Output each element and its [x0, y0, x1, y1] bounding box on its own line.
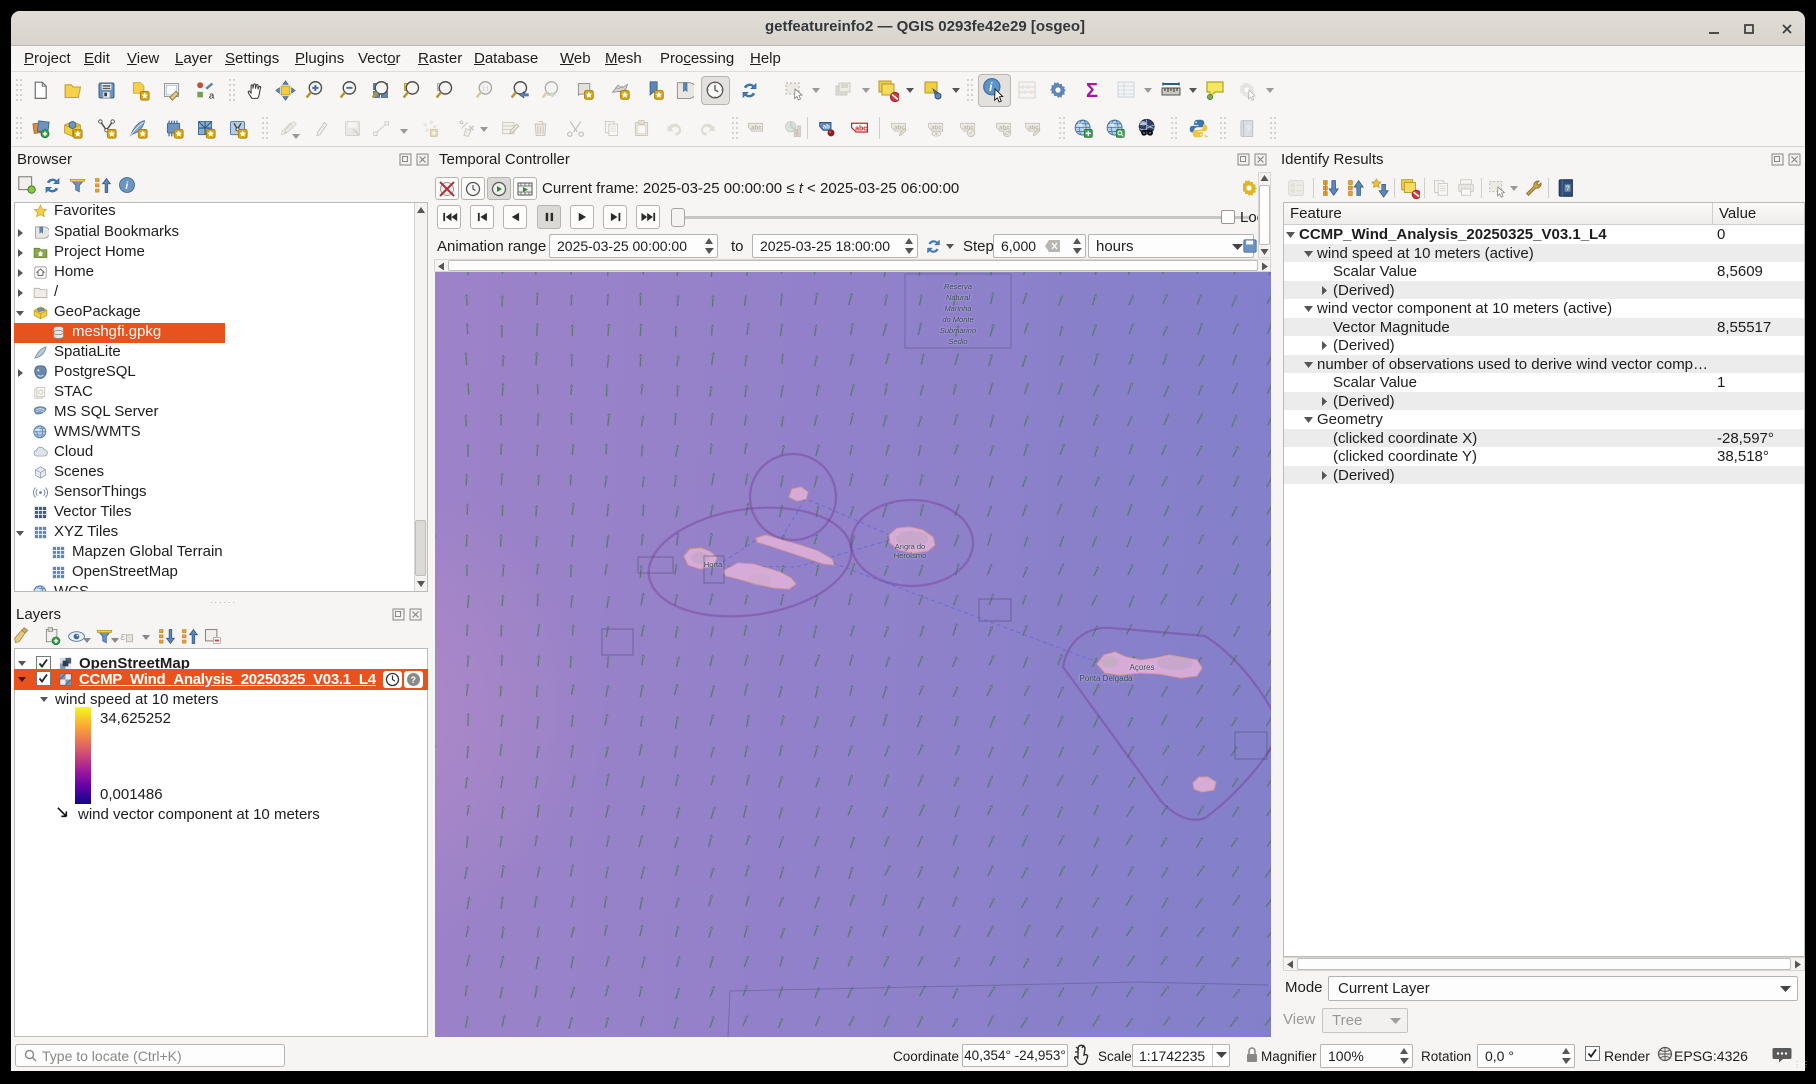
svg-text:abc: abc: [855, 125, 867, 132]
svg-text:?: ?: [1566, 186, 1570, 193]
svg-text:a: a: [208, 90, 214, 101]
svg-text:ab: ab: [822, 123, 829, 130]
svg-text:?: ?: [411, 675, 417, 685]
svg-text:abc: abc: [931, 124, 942, 131]
svg-text:Σ: Σ: [1086, 80, 1098, 102]
svg-text:1:1: 1:1: [481, 86, 488, 92]
svg-text:?: ?: [1245, 124, 1250, 134]
svg-text:i: i: [125, 181, 128, 192]
svg-text:ε: ε: [120, 631, 126, 643]
svg-text:abc: abc: [751, 124, 762, 131]
